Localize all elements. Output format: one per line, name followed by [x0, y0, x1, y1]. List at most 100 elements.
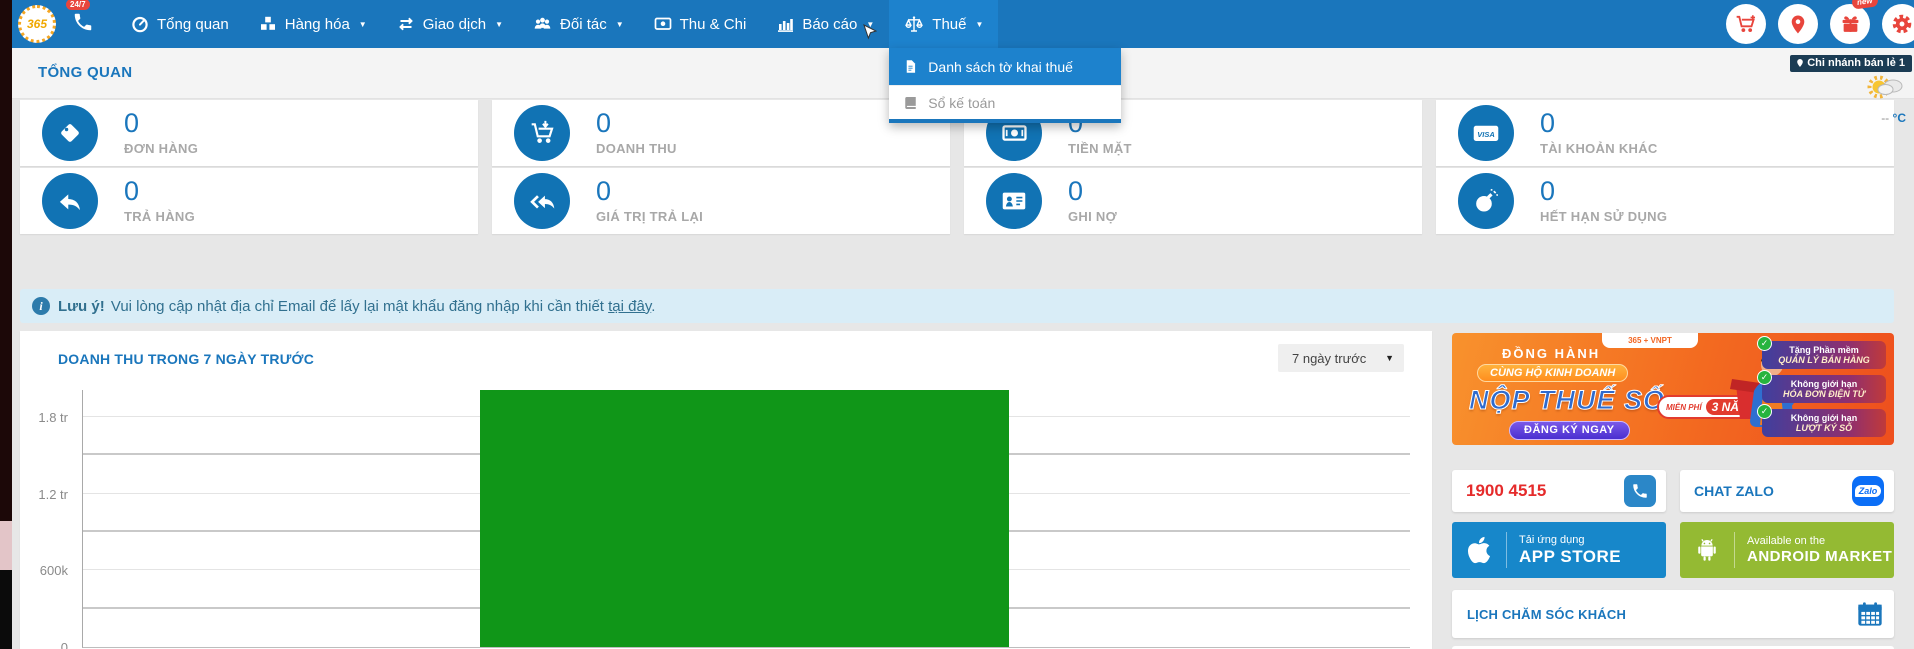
dropdown-item-danh-sach-to-khai-thue[interactable]: Danh sách tờ khai thuế — [889, 48, 1121, 85]
banner-line2: CÙNG HỘ KINH DOANH — [1477, 364, 1628, 382]
banner-feature-2: ✓ Không giới hạn HÓA ĐƠN ĐIỆN TỬ — [1762, 375, 1886, 403]
money-bill-icon — [1001, 120, 1028, 146]
hotline-badge: 24/7 — [66, 0, 90, 10]
android-market-button[interactable]: Available on the ANDROID MARKET — [1680, 522, 1894, 578]
email-notice-bar: i Lưu ý! Vui lòng cập nhật địa chỉ Email… — [20, 289, 1894, 323]
chat-zalo-card[interactable]: CHAT ZALO Zalo — [1680, 470, 1894, 512]
hotline-number: 1900 4515 — [1466, 481, 1546, 501]
hotline-card[interactable]: 1900 4515 — [1452, 470, 1666, 512]
promotions-button[interactable]: new — [1830, 4, 1870, 44]
gear-icon — [1891, 13, 1913, 35]
y-tick-label: 0 — [20, 640, 68, 649]
chevron-down-icon: ▼ — [359, 20, 367, 29]
app-store-button[interactable]: Tải ứng dụng APP STORE — [1452, 522, 1666, 578]
dropdown-item-so-ke-toan[interactable]: Sổ kế toán — [889, 85, 1121, 119]
cart-plus-icon — [1735, 14, 1757, 34]
chat-zalo-label: CHAT ZALO — [1694, 483, 1774, 499]
chart-y-axis: 0 600k 1.2 tr 1.8 tr — [20, 390, 74, 648]
map-marker-icon — [1796, 58, 1804, 68]
zalo-icon: Zalo — [1852, 476, 1884, 506]
hotline-button[interactable]: 24/7 — [72, 11, 98, 37]
menu-thue[interactable]: Thuế▼ Danh sách tờ khai thuế — [889, 0, 998, 48]
check-icon: ✓ — [1757, 370, 1772, 385]
stat-card-don-hang[interactable]: 0 ĐƠN HÀNG — [20, 100, 478, 166]
bomb-icon — [1473, 188, 1499, 214]
mouse-cursor — [863, 24, 877, 42]
visa-card-icon: VISA — [1471, 120, 1501, 146]
y-tick-label: 1.8 tr — [20, 410, 68, 426]
banner-logos: 365 + VNPT — [1602, 333, 1698, 348]
y-tick-label: 1.2 tr — [20, 487, 68, 503]
android-bottom-text: ANDROID MARKET — [1747, 548, 1892, 565]
weather-widget: -- °C — [1796, 72, 1906, 125]
banner-headline: NỘP THUẾ SỐ — [1469, 385, 1665, 416]
stat-card-het-han-su-dung[interactable]: 0 HẾT HẠN SỬ DỤNG — [1436, 168, 1894, 234]
id-card-icon — [1000, 188, 1028, 214]
scales-icon — [904, 15, 924, 34]
revenue-chart-panel: DOANH THU TRONG 7 NGÀY TRƯỚC 7 ngày trướ… — [20, 331, 1432, 649]
exchange-icon — [397, 15, 415, 33]
logo-365[interactable]: 365 — [18, 5, 56, 43]
file-text-icon — [903, 58, 918, 75]
customer-care-card[interactable]: LỊCH CHĂM SÓC KHÁCH — [1452, 590, 1894, 638]
branch-badge[interactable]: Chi nhánh bán lẻ 1 — [1790, 55, 1912, 72]
range-select-value: 7 ngày trước — [1292, 351, 1366, 366]
sun-cloud-icon — [1864, 72, 1906, 104]
reply-all-icon — [529, 188, 556, 214]
cart-arrow-down-icon — [529, 120, 556, 146]
tax-dropdown: Danh sách tờ khai thuế Sổ kế toán — [889, 48, 1121, 123]
stat-card-gia-tri-tra-lai[interactable]: 0 GIÁ TRỊ TRẢ LẠI — [492, 168, 950, 234]
map-marker-icon — [1789, 14, 1807, 35]
chevron-down-icon: ▼ — [616, 20, 624, 29]
app-screen: 365 24/7 Tổng quan Hàng hóa▼ — [0, 0, 1914, 649]
notice-text: Vui lòng cập nhật địa chỉ Email để lấy l… — [111, 298, 604, 315]
menu-tong-quan[interactable]: Tổng quan — [116, 0, 244, 48]
chevron-down-icon: ▼ — [1385, 353, 1394, 363]
stat-card-doanh-thu[interactable]: 0 DOANH THU — [492, 100, 950, 166]
menu-giao-dich[interactable]: Giao dịch▼ — [382, 0, 518, 48]
android-top-text: Available on the — [1747, 535, 1892, 547]
notice-link[interactable]: tại đây — [608, 298, 651, 315]
apple-icon — [1466, 535, 1492, 565]
menu-thu-chi[interactable]: Thu & Chi — [639, 0, 762, 48]
menu-doi-tac[interactable]: Đối tác▼ — [518, 0, 639, 48]
pos-cart-button[interactable] — [1726, 4, 1766, 44]
gauge-icon — [131, 15, 149, 33]
cubes-icon — [259, 15, 277, 33]
chevron-down-icon: ▼ — [495, 20, 503, 29]
chart-range-select[interactable]: 7 ngày trước ▼ — [1278, 344, 1404, 372]
svg-text:VISA: VISA — [1477, 130, 1495, 139]
users-icon — [533, 15, 552, 33]
notice-bold: Lưu ý! — [58, 298, 105, 315]
tag-icon — [57, 120, 83, 146]
android-icon — [1693, 535, 1721, 565]
top-navbar: 365 24/7 Tổng quan Hàng hóa▼ — [12, 0, 1914, 48]
menu-hang-hoa[interactable]: Hàng hóa▼ — [244, 0, 382, 48]
check-icon: ✓ — [1757, 404, 1772, 419]
branch-location-button[interactable] — [1778, 4, 1818, 44]
chart-plot-area — [82, 390, 1410, 648]
y-tick-label: 600k — [20, 563, 68, 579]
gift-icon — [1841, 15, 1860, 34]
phone-icon — [72, 11, 94, 33]
app-store-top-text: Tải ứng dụng — [1519, 534, 1621, 546]
settings-button[interactable] — [1882, 4, 1914, 44]
app-store-bottom-text: APP STORE — [1519, 547, 1621, 567]
banner-feature-3: ✓ Không giới hạn LƯỢT KÝ SỐ — [1762, 409, 1886, 437]
revenue-bar — [480, 390, 1009, 647]
customer-care-title: LỊCH CHĂM SÓC KHÁCH — [1467, 607, 1626, 622]
book-icon — [903, 95, 918, 111]
money-screen-icon — [654, 15, 672, 33]
stat-card-tra-hang[interactable]: 0 TRẢ HÀNG — [20, 168, 478, 234]
phone-icon — [1631, 482, 1649, 500]
bar-chart-icon — [776, 15, 794, 33]
desktop-edge — [0, 0, 12, 649]
banner-feature-1: ✓ Tặng Phần mềm QUẢN LÝ BÁN HÀNG — [1762, 341, 1886, 369]
banner-cta-button[interactable]: ĐĂNG KÝ NGAY — [1509, 421, 1630, 440]
stat-card-ghi-no[interactable]: 0 GHI NỢ — [964, 168, 1422, 234]
info-icon: i — [32, 297, 50, 315]
new-badge: new — [1852, 0, 1879, 10]
temperature-readout: -- °C — [1796, 111, 1906, 125]
tax-promo-banner[interactable]: 365 + VNPT ĐỒNG HÀNH CÙNG HỘ KINH DOANH … — [1452, 333, 1894, 445]
chart-title: DOANH THU TRONG 7 NGÀY TRƯỚC — [58, 351, 314, 367]
